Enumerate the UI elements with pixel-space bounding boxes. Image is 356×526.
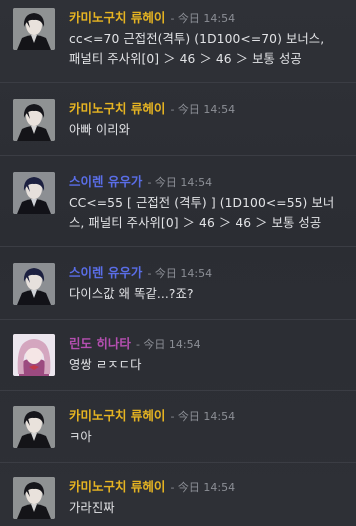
message-header: 카미노구치 류헤이 - 今日 14:54: [69, 407, 235, 425]
message-body: 아빠 이리와: [69, 120, 349, 140]
author-name[interactable]: 카미노구치 류헤이: [69, 10, 165, 25]
message-line: CC<=55 [ 근접전 (격투) ] (1D100<=55) 보너: [69, 196, 335, 210]
author-name[interactable]: 카미노구치 류헤이: [69, 101, 165, 116]
avatar-hinata[interactable]: [13, 334, 55, 376]
avatar-ryuhei[interactable]: [13, 406, 55, 448]
message-body: 다이스값 왜 똑같...?죠?: [69, 284, 349, 304]
message-body: 가라진짜: [69, 498, 349, 518]
timestamp: - 今日 14:54: [170, 410, 236, 423]
timestamp: - 今日 14:54: [170, 103, 236, 116]
message-header: 카미노구치 류헤이 - 今日 14:54: [69, 9, 235, 27]
message-body: cc<=70 근접전(격투) (1D100<=70) 보너스, 패널티 주사위[…: [69, 29, 349, 69]
message-divider: [0, 155, 356, 156]
author-name[interactable]: 카미노구치 류헤이: [69, 479, 165, 494]
message-body: 영쌍 ㄹㅈㄷ다: [69, 355, 349, 375]
timestamp: - 今日 14:54: [170, 481, 236, 494]
avatar-yuuga[interactable]: [13, 263, 55, 305]
message-line: 패널티 주사위[0] ＞ 46 ＞ 46 ＞ 보통 성공: [69, 52, 302, 66]
avatar-ryuhei[interactable]: [13, 8, 55, 50]
message-line: 아빠 이리와: [69, 123, 131, 137]
message-header: 스이렌 유우가 - 今日 14:54: [69, 173, 212, 191]
message-line: 다이스값 왜 똑같...?죠?: [69, 287, 194, 301]
message-divider: [0, 246, 356, 247]
message-line: 스, 패널티 주사위[0] ＞ 46 ＞ 46 ＞ 보통 성공: [69, 216, 322, 230]
timestamp: - 今日 14:54: [147, 176, 213, 189]
message-header: 린도 히나타 - 今日 14:54: [69, 335, 201, 353]
message-divider: [0, 319, 356, 320]
author-name[interactable]: 린도 히나타: [69, 336, 131, 351]
timestamp: - 今日 14:54: [147, 267, 213, 280]
message-body: ㅋ아: [69, 427, 349, 447]
message-header: 카미노구치 류헤이 - 今日 14:54: [69, 100, 235, 118]
avatar-ryuhei[interactable]: [13, 477, 55, 519]
message-divider: [0, 390, 356, 391]
message-line: cc<=70 근접전(격투) (1D100<=70) 보너스,: [69, 32, 325, 46]
message-body: CC<=55 [ 근접전 (격투) ] (1D100<=55) 보너 스, 패널…: [69, 193, 349, 233]
author-name[interactable]: 스이렌 유우가: [69, 174, 142, 189]
message-line: 가라진짜: [69, 501, 115, 515]
message-header: 카미노구치 류헤이 - 今日 14:54: [69, 478, 235, 496]
message-header: 스이렌 유우가 - 今日 14:54: [69, 264, 212, 282]
author-name[interactable]: 카미노구치 류헤이: [69, 408, 165, 423]
timestamp: - 今日 14:54: [135, 338, 201, 351]
avatar-yuuga[interactable]: [13, 172, 55, 214]
message-line: ㅋ아: [69, 430, 92, 444]
message-divider: [0, 462, 356, 463]
message-line: 영쌍 ㄹㅈㄷ다: [69, 358, 142, 372]
timestamp: - 今日 14:54: [170, 12, 236, 25]
author-name[interactable]: 스이렌 유우가: [69, 265, 142, 280]
message-divider: [0, 82, 356, 83]
avatar-ryuhei[interactable]: [13, 99, 55, 141]
chat-log: 카미노구치 류헤이 - 今日 14:54 cc<=70 근접전(격투) (1D1…: [0, 0, 356, 526]
